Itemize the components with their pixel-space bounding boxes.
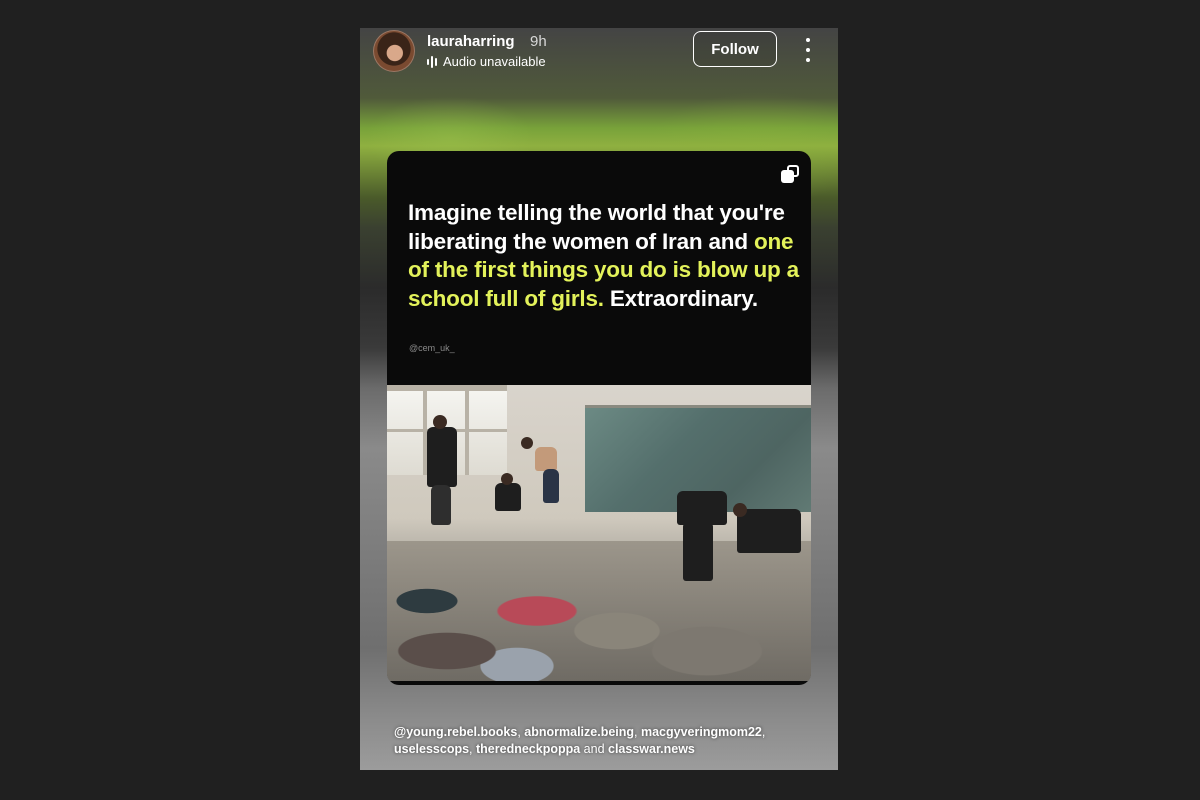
avatar[interactable]: [373, 30, 415, 72]
carousel-copy-icon: [781, 165, 799, 183]
more-vertical-icon[interactable]: [800, 38, 816, 62]
post-credit: @cem_uk_: [409, 343, 455, 353]
mention-link[interactable]: classwar.news: [608, 742, 695, 756]
headline-text-2: Extraordinary.: [603, 285, 758, 311]
audio-bars-icon: [427, 55, 437, 68]
tagged-accounts: @young.rebel.books, abnormalize.being, m…: [394, 725, 766, 756]
headline-text-1: Imagine telling the world that you're li…: [408, 200, 785, 254]
mention-link[interactable]: @young.rebel.books: [394, 725, 517, 739]
post-headline: Imagine telling the world that you're li…: [408, 199, 803, 313]
mention-link[interactable]: abnormalize.being: [524, 725, 634, 739]
mention-link[interactable]: uselesscops: [394, 742, 469, 756]
audio-status[interactable]: Audio unavailable: [427, 54, 546, 69]
mention-link[interactable]: macgyveringmom22: [641, 725, 762, 739]
mention-link[interactable]: theredneckpoppa: [476, 742, 580, 756]
rubble: [387, 541, 811, 681]
story-viewer: lauraharring 9h Audio unavailable Follow…: [360, 28, 838, 770]
post-time: 9h: [530, 33, 547, 50]
audio-status-label: Audio unavailable: [443, 54, 546, 69]
follow-button[interactable]: Follow: [693, 31, 777, 67]
post-card[interactable]: Imagine telling the world that you're li…: [387, 151, 811, 685]
username[interactable]: lauraharring: [427, 33, 515, 50]
story-header: lauraharring 9h Audio unavailable Follow: [360, 28, 838, 88]
post-photo: [387, 385, 811, 681]
